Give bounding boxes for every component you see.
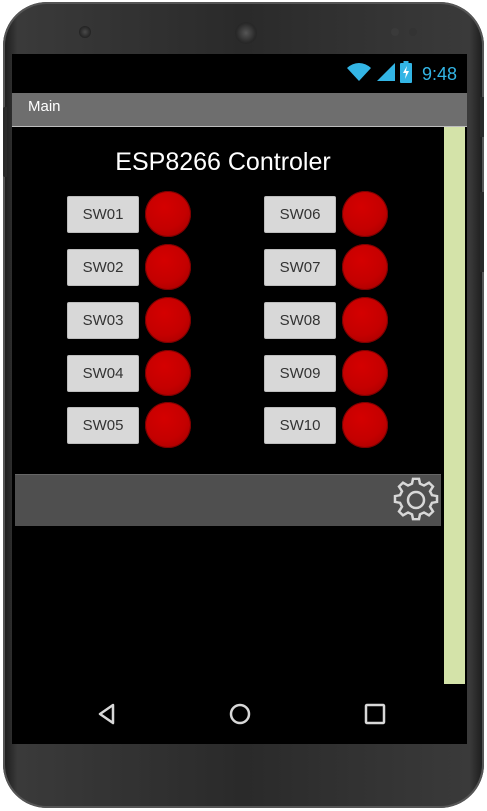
side-button-right-top bbox=[480, 97, 484, 137]
switch-row: SW04 bbox=[67, 350, 191, 396]
switch-row: SW06 bbox=[264, 191, 388, 237]
status-led-sw07 bbox=[342, 244, 388, 290]
switch-button-sw01[interactable]: SW01 bbox=[67, 195, 139, 233]
gear-icon[interactable] bbox=[393, 477, 439, 523]
light-sensor bbox=[409, 28, 417, 36]
status-led-sw01 bbox=[145, 191, 191, 237]
app-title: ESP8266 Controler bbox=[115, 148, 331, 176]
switch-button-sw03[interactable]: SW03 bbox=[67, 301, 139, 339]
screen-title: Main bbox=[28, 98, 61, 115]
status-led-sw02 bbox=[145, 244, 191, 290]
status-led-sw04 bbox=[145, 350, 191, 396]
status-led-sw05 bbox=[145, 402, 191, 448]
status-led-sw03 bbox=[145, 297, 191, 343]
status-led-sw10 bbox=[342, 402, 388, 448]
switch-button-sw09[interactable]: SW09 bbox=[264, 354, 336, 392]
title-bar: Main bbox=[12, 93, 467, 127]
battery-icon bbox=[399, 60, 412, 88]
back-icon[interactable] bbox=[89, 696, 125, 732]
switch-button-sw06[interactable]: SW06 bbox=[264, 195, 336, 233]
switch-row: SW07 bbox=[264, 244, 388, 290]
switch-row: SW03 bbox=[67, 297, 191, 343]
switch-row: SW01 bbox=[67, 191, 191, 237]
switch-row: SW09 bbox=[264, 350, 388, 396]
status-bar: 9:48 bbox=[12, 54, 467, 93]
navigation-bar bbox=[12, 684, 467, 744]
status-led-sw08 bbox=[342, 297, 388, 343]
switch-button-sw10[interactable]: SW10 bbox=[264, 406, 336, 444]
signal-icon bbox=[376, 62, 396, 87]
switch-row: SW08 bbox=[264, 297, 388, 343]
wifi-icon bbox=[346, 62, 372, 87]
switch-row: SW02 bbox=[67, 244, 191, 290]
switch-button-sw05[interactable]: SW05 bbox=[67, 406, 139, 444]
switch-row: SW05 bbox=[67, 402, 191, 448]
recents-icon[interactable] bbox=[357, 696, 393, 732]
status-led-sw06 bbox=[342, 191, 388, 237]
scrollbar[interactable] bbox=[444, 127, 465, 684]
switch-button-sw02[interactable]: SW02 bbox=[67, 248, 139, 286]
switch-row: SW10 bbox=[264, 402, 388, 448]
front-camera bbox=[79, 26, 91, 38]
home-icon[interactable] bbox=[222, 696, 258, 732]
proximity-sensor bbox=[391, 28, 399, 36]
switch-button-sw07[interactable]: SW07 bbox=[264, 248, 336, 286]
bottom-toolbar bbox=[15, 474, 441, 526]
status-clock: 9:48 bbox=[421, 63, 457, 84]
earpiece-speaker bbox=[235, 22, 257, 44]
device-screen: 9:48 Main ESP8266 Controler SW01 SW02 SW… bbox=[12, 54, 467, 744]
status-led-sw09 bbox=[342, 350, 388, 396]
switch-button-sw04[interactable]: SW04 bbox=[67, 354, 139, 392]
side-button-left bbox=[3, 107, 7, 177]
switch-button-sw08[interactable]: SW08 bbox=[264, 301, 336, 339]
side-button-right bbox=[480, 192, 484, 272]
